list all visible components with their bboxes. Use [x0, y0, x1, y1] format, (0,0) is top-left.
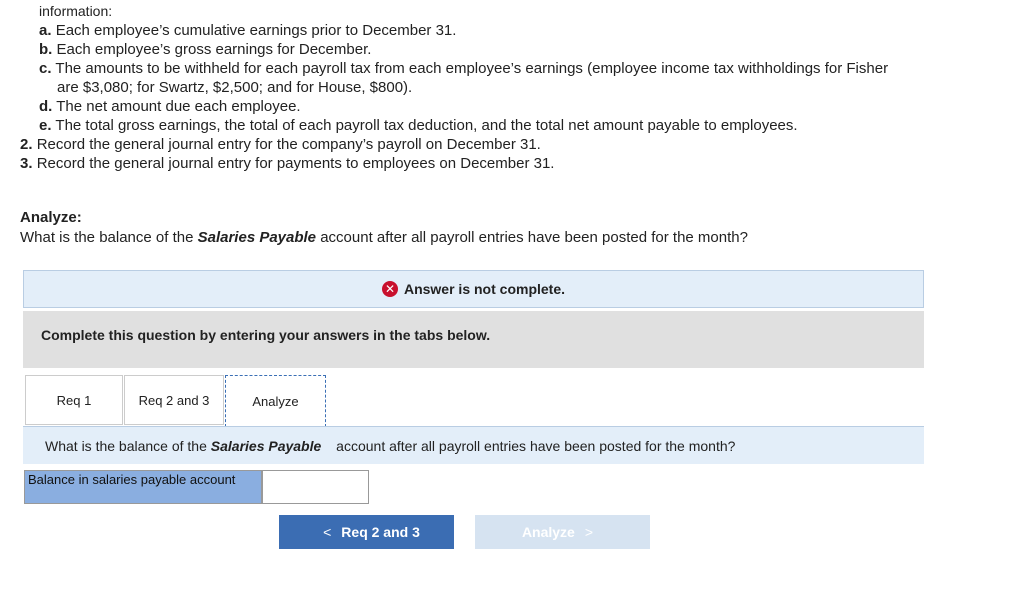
analyze-heading: Analyze:: [20, 209, 82, 226]
question-post: account after all payroll entries have b…: [316, 229, 748, 246]
step-3: 3. Record the general journal entry for …: [20, 154, 554, 173]
list-marker: b.: [39, 41, 53, 58]
chevron-right-icon: >: [584, 524, 594, 540]
tab-question-post: account after all payroll entries have b…: [332, 437, 736, 454]
list-text: The amounts to be withheld for each payr…: [55, 60, 889, 77]
prev-button[interactable]: < Req 2 and 3: [279, 515, 454, 549]
list-marker: a.: [39, 22, 52, 39]
tab-question: What is the balance of the Salaries Paya…: [34, 438, 735, 454]
list-item-e: e. The total gross earnings, the total o…: [39, 116, 798, 135]
tab-question-bar: What is the balance of the Salaries Paya…: [23, 426, 924, 464]
analyze-question: What is the balance of the Salaries Paya…: [20, 228, 748, 247]
tab-question-pre: What is the balance of the: [45, 437, 211, 454]
balance-label: Balance in salaries payable account: [24, 470, 262, 504]
list-text: Each employee’s gross earnings for Decem…: [56, 41, 372, 58]
balance-input[interactable]: [262, 470, 369, 504]
list-item-d: d. The net amount due each employee.: [39, 97, 301, 116]
intro-partial: information:: [39, 3, 113, 19]
step-marker: 3.: [20, 155, 33, 172]
step-text: Record the general journal entry for pay…: [36, 155, 555, 172]
list-item-c-continued: are $3,080; for Swartz, $2,500; and for …: [57, 79, 413, 96]
next-button-label: Analyze: [521, 524, 575, 540]
list-item-a: a. Each employee’s cumulative earnings p…: [39, 21, 456, 40]
step-text: Record the general journal entry for the…: [36, 136, 541, 153]
list-text: Each employee’s cumulative earnings prio…: [55, 22, 457, 39]
instruction-box: Complete this question by entering your …: [23, 311, 924, 368]
tab-analyze[interactable]: Analyze: [225, 375, 326, 427]
banner-text: Answer is not complete.: [403, 281, 566, 297]
list-marker: c.: [39, 60, 52, 77]
x-circle-icon: ✕: [381, 281, 398, 297]
list-marker: e.: [39, 117, 52, 134]
chevron-left-icon: <: [323, 524, 332, 540]
tab-question-account: Salaries Payable: [210, 437, 322, 454]
list-text: The net amount due each employee.: [56, 98, 301, 115]
question-pre: What is the balance of the: [20, 229, 198, 246]
next-button[interactable]: Analyze >: [475, 515, 650, 549]
tab-req-1[interactable]: Req 1: [25, 375, 123, 425]
step-2: 2. Record the general journal entry for …: [20, 135, 541, 154]
answer-status-banner: ✕ Answer is not complete.: [23, 270, 924, 308]
instruction-text: Complete this question by entering your …: [41, 327, 491, 343]
list-marker: d.: [39, 98, 53, 115]
list-text: The total gross earnings, the total of e…: [55, 117, 798, 134]
step-marker: 2.: [20, 136, 33, 153]
question-account: Salaries Payable: [197, 229, 317, 246]
prev-button-label: Req 2 and 3: [341, 524, 420, 540]
list-item-c: c. The amounts to be withheld for each p…: [39, 59, 888, 78]
tab-req-2-and-3[interactable]: Req 2 and 3: [124, 375, 224, 425]
list-item-b: b. Each employee’s gross earnings for De…: [39, 40, 371, 59]
